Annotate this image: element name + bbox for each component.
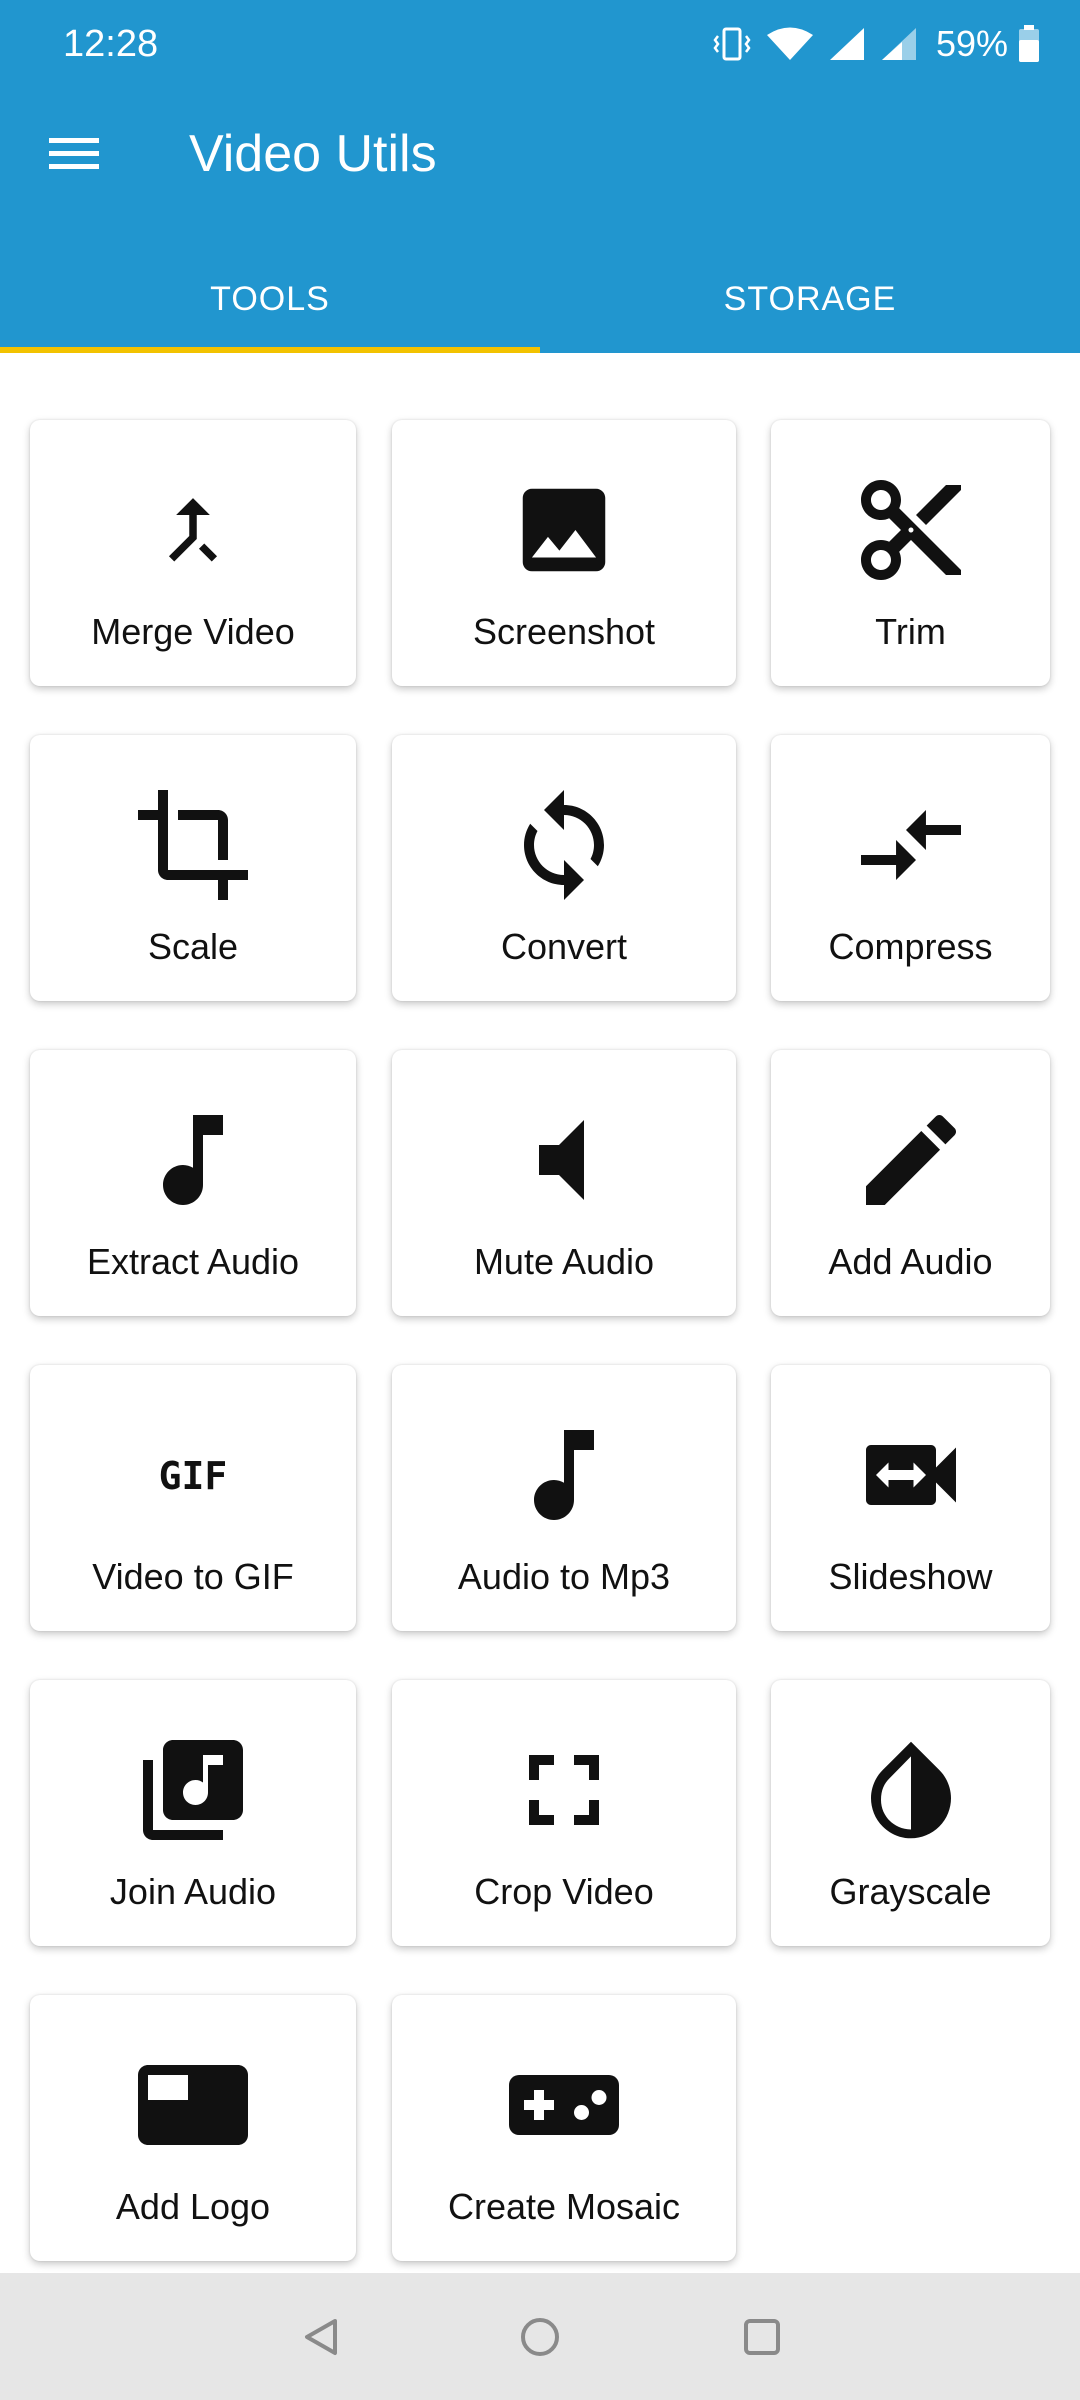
back-icon — [305, 2319, 337, 2355]
battery-icon — [1019, 25, 1039, 62]
gamepad-icon — [509, 2075, 619, 2135]
tool-label: Compress — [828, 926, 993, 967]
tool-crop-video[interactable]: Crop Video — [392, 1680, 736, 1946]
home-icon — [521, 2318, 559, 2356]
hamburger-menu-icon — [49, 138, 99, 169]
menu-button[interactable] — [38, 126, 110, 182]
tool-grayscale[interactable]: Grayscale — [771, 1680, 1050, 1946]
tool-scale[interactable]: Scale — [30, 735, 356, 1001]
status-icons: 59% — [698, 18, 1040, 70]
nav-home-button[interactable] — [508, 2305, 572, 2369]
music-note-icon — [534, 1430, 594, 1520]
tool-extract-audio[interactable]: Extract Audio — [30, 1050, 356, 1316]
signal-icon — [829, 28, 864, 60]
tool-label: Add Logo — [115, 2186, 271, 2227]
tab-bar: TOOLS STORAGE — [0, 245, 1080, 353]
app-title: Video Utils — [189, 125, 437, 183]
gif-icon: GIF — [159, 1454, 228, 1498]
crop-icon — [138, 790, 248, 900]
tool-compress[interactable]: Compress — [771, 735, 1050, 1001]
merge-icon — [168, 498, 218, 562]
music-note-icon — [163, 1115, 223, 1205]
tool-join-audio[interactable]: Join Audio — [30, 1680, 356, 1946]
tool-label: Join Audio — [109, 1871, 277, 1912]
tool-create-mosaic[interactable]: Create Mosaic — [392, 1995, 736, 2261]
tool-screenshot[interactable]: Screenshot — [392, 420, 736, 686]
tool-mute-audio[interactable]: Mute Audio — [392, 1050, 736, 1316]
tool-label: Grayscale — [829, 1871, 992, 1912]
tool-label: Screenshot — [472, 611, 656, 652]
tool-label: Video to GIF — [92, 1556, 294, 1597]
tool-label: Trim — [875, 611, 946, 652]
tool-label: Mute Audio — [473, 1241, 655, 1282]
tool-label: Crop Video — [474, 1871, 654, 1912]
tool-label: Create Mosaic — [447, 2186, 681, 2227]
app-bar: 12:28 59% Video Utils TOOLS STORAGE — [0, 0, 1080, 353]
tab-tools[interactable]: TOOLS — [0, 245, 540, 353]
tool-audio-to-mp3[interactable]: Audio to Mp3 — [392, 1365, 736, 1631]
tool-slideshow[interactable]: Slideshow — [771, 1365, 1050, 1631]
status-time: 12:28 — [63, 23, 159, 65]
tool-label: Convert — [500, 926, 628, 967]
scissors-icon — [860, 480, 961, 580]
battery-percent: 59% — [935, 23, 1008, 64]
tool-convert[interactable]: Convert — [392, 735, 736, 1001]
nav-recents-button[interactable] — [730, 2305, 794, 2369]
nav-back-button[interactable] — [289, 2305, 353, 2369]
compare-arrows-icon — [860, 810, 961, 880]
tool-label: Add Audio — [828, 1241, 993, 1282]
tab-label: TOOLS — [210, 279, 330, 318]
tool-merge-video[interactable]: Merge Video — [30, 420, 356, 686]
vibrate-icon — [713, 27, 751, 61]
system-nav-bar — [0, 2273, 1080, 2400]
recents-icon — [744, 2319, 780, 2355]
wifi-icon — [766, 27, 813, 60]
tab-storage[interactable]: STORAGE — [540, 245, 1080, 353]
tool-add-logo[interactable]: Add Logo — [30, 1995, 356, 2261]
video-camera-arrows-icon — [865, 1445, 956, 1505]
tool-label: Scale — [147, 926, 239, 967]
pencil-icon — [865, 1114, 956, 1205]
image-icon — [522, 488, 606, 572]
tab-label: STORAGE — [723, 279, 897, 318]
sync-icon — [524, 790, 604, 900]
tool-video-to-gif[interactable]: GIF Video to GIF — [30, 1365, 356, 1631]
tool-label: Audio to Mp3 — [457, 1556, 671, 1597]
picture-in-picture-icon — [138, 2065, 248, 2145]
tool-label: Merge Video — [91, 611, 295, 652]
library-music-icon — [143, 1740, 243, 1840]
signal-icon — [881, 28, 916, 60]
speaker-mute-icon — [539, 1120, 584, 1200]
contrast-drop-icon — [870, 1741, 951, 1839]
svg-text:GIF: GIF — [159, 1454, 228, 1498]
tool-label: Extract Audio — [86, 1241, 300, 1282]
fullscreen-icon — [529, 1755, 599, 1825]
tool-label: Slideshow — [828, 1556, 993, 1597]
tool-add-audio[interactable]: Add Audio — [771, 1050, 1050, 1316]
tool-trim[interactable]: Trim — [771, 420, 1050, 686]
